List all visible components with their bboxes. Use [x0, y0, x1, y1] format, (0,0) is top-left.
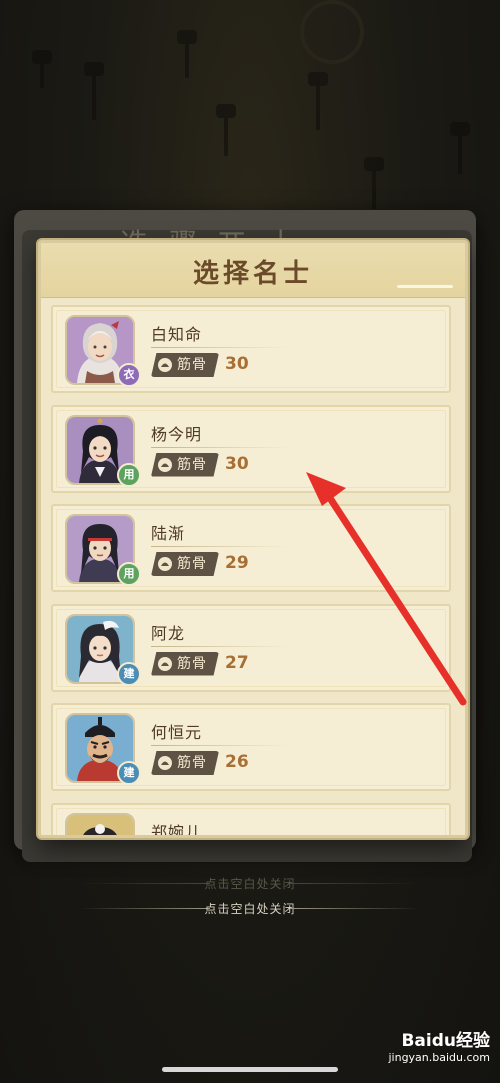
category-badge: 建	[117, 761, 141, 785]
category-badge: 建	[117, 661, 141, 686]
category-badge: 用	[117, 562, 141, 586]
watermark-url: jingyan.baidu.com	[388, 1051, 490, 1064]
home-indicator[interactable]	[162, 1067, 338, 1072]
watermark-brand: Baidu经验	[401, 1031, 490, 1051]
baidu-watermark: Baidu经验 jingyan.baidu.com	[388, 1026, 490, 1064]
annotation-arrow-icon	[306, 472, 467, 706]
category-badge: 衣	[117, 363, 141, 387]
category-badge: 用	[117, 462, 141, 487]
